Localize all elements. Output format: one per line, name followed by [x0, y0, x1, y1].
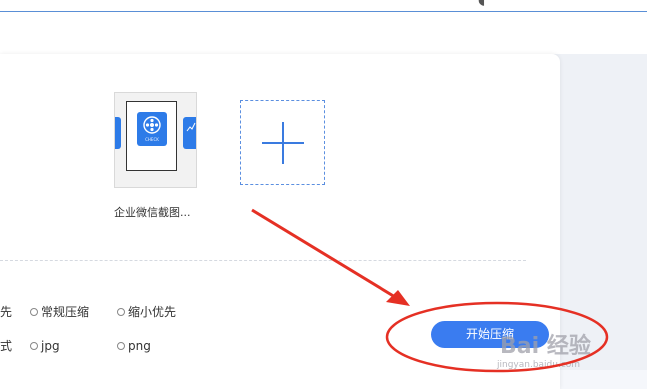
header-spacer	[0, 12, 647, 54]
watermark-url: jingyan.baidu.com	[497, 360, 581, 370]
top-bar: ◖	[0, 0, 647, 12]
thumb-left-edge	[115, 117, 121, 149]
option-png[interactable]: png	[128, 339, 151, 353]
film-reel-icon	[143, 116, 161, 134]
radio-png[interactable]	[117, 342, 125, 350]
file-thumbnail[interactable]: CHECK	[114, 92, 197, 188]
format-label: 式	[0, 339, 13, 353]
option-normal-compress[interactable]: 常规压缩	[41, 305, 89, 319]
section-divider	[0, 260, 526, 261]
mode-label: 先	[0, 305, 13, 319]
radio-normal[interactable]	[30, 308, 38, 316]
thumb-right-edge	[183, 117, 196, 149]
toolbar-icon[interactable]: ◖	[478, 0, 485, 7]
option-shrink-priority[interactable]: 缩小优先	[128, 305, 176, 319]
file-name: 企业微信截图...	[114, 206, 191, 219]
add-file-button[interactable]	[240, 100, 325, 185]
chart-icon	[186, 122, 196, 132]
watermark-logo: Bai 经验	[500, 334, 591, 359]
app-icon: CHECK	[137, 112, 167, 146]
radio-shrink[interactable]	[117, 308, 125, 316]
radio-jpg[interactable]	[30, 342, 38, 350]
option-jpg[interactable]: jpg	[41, 339, 60, 353]
icon-caption: CHECK	[145, 137, 159, 142]
